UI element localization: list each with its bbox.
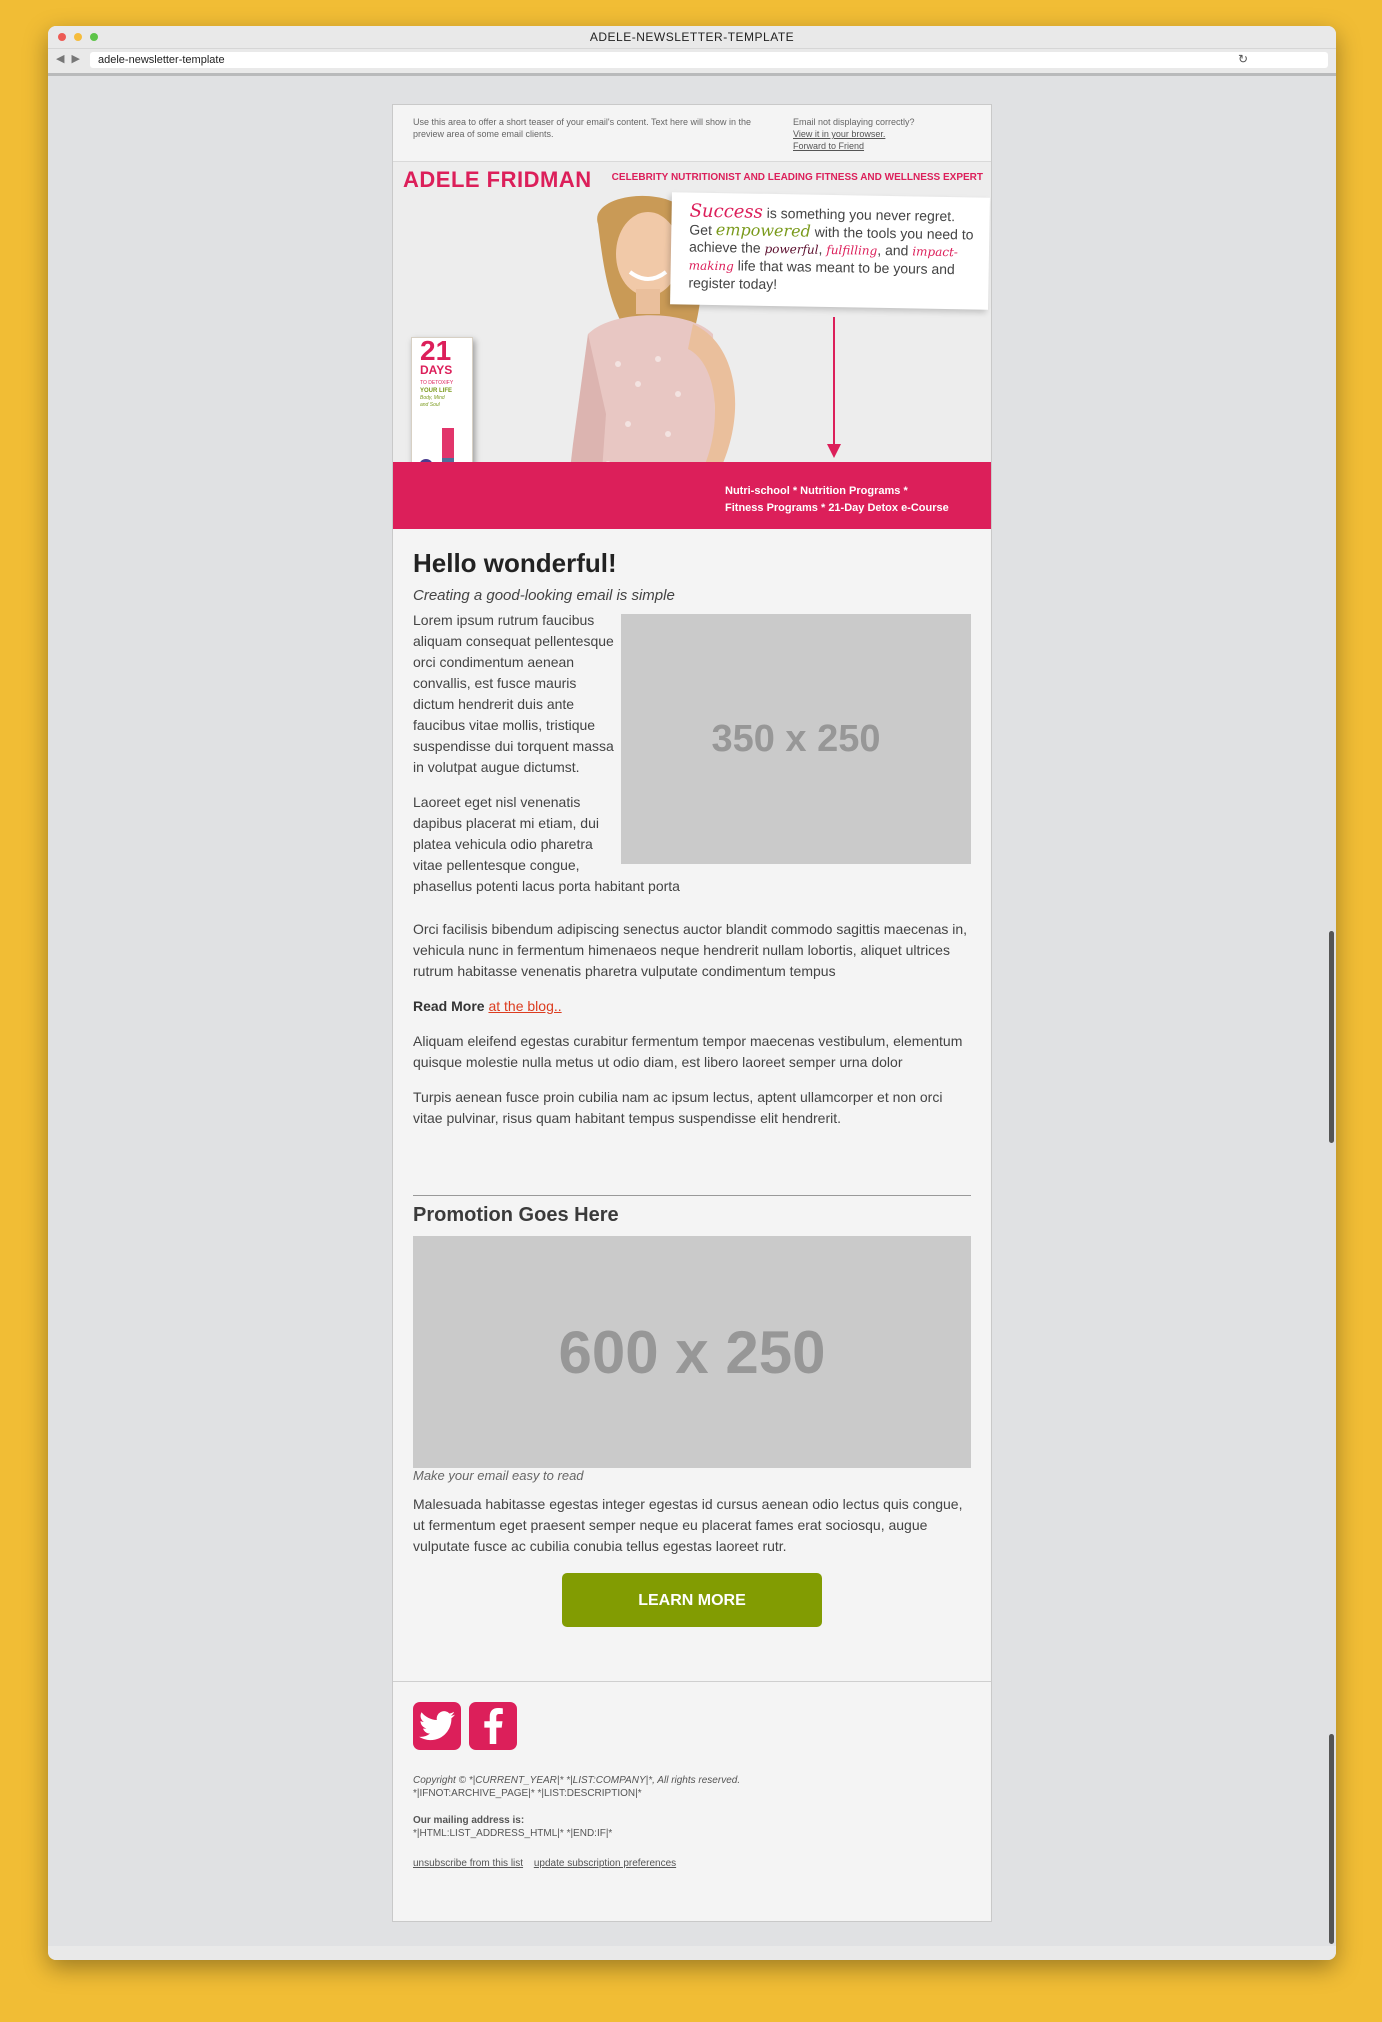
quote-text-4: , and — [877, 241, 913, 259]
programs-bar: Nutri-school * Nutrition Programs * Fitn… — [393, 462, 991, 529]
read-more-label: Read More — [413, 998, 485, 1014]
programs-line-1: Nutri-school * Nutrition Programs * — [725, 485, 908, 497]
browser-window: ADELE-NEWSLETTER-TEMPLATE ◀ ▶ adele-news… — [48, 26, 1336, 1960]
learn-more-button[interactable]: LEARN MORE — [562, 1573, 822, 1627]
social-icons — [413, 1702, 971, 1750]
arrow-line — [833, 317, 835, 447]
scrollbar-thumb-secondary[interactable] — [1329, 1734, 1334, 1944]
view-in-browser-box: Email not displaying correctly? View it … — [793, 116, 973, 152]
footer-links: unsubscribe from this list update subscr… — [413, 1858, 971, 1869]
copyright-text: Copyright © *|CURRENT_YEAR|* *|LIST:COMP… — [413, 1774, 971, 1800]
email-footer: Copyright © *|CURRENT_YEAR|* *|LIST:COMP… — [393, 1681, 991, 1869]
preheader-teaser: Use this area to offer a short teaser of… — [413, 117, 752, 139]
subheading: Creating a good-looking email is simple — [413, 587, 675, 604]
reload-icon[interactable]: ↻ — [1238, 52, 1248, 66]
arrow-down-icon — [827, 444, 841, 458]
book-line-2: YOUR LIFE — [420, 388, 453, 394]
main-content: Hello wonderful! Creating a good-looking… — [393, 529, 991, 1129]
title-bar: ADELE-NEWSLETTER-TEMPLATE — [48, 26, 1336, 49]
email-container: Use this area to offer a short teaser of… — [392, 104, 992, 1922]
paragraph-3: Orci facilisis bibendum adipiscing senec… — [413, 921, 968, 979]
quote-word-empowered: empowered — [715, 220, 812, 241]
mailing-label: Our mailing address is: — [413, 1815, 525, 1826]
quote-word-fulfilling: fulfilling — [826, 242, 878, 258]
paragraph-5: Turpis aenean fusce proin cubilia nam ac… — [413, 1089, 943, 1126]
promotion-caption: Make your email easy to read — [413, 1468, 584, 1483]
copyright-line: Copyright © *|CURRENT_YEAR|* *|LIST:COMP… — [413, 1775, 741, 1786]
quote-word-powerful: powerful — [764, 241, 819, 257]
preheader: Use this area to offer a short teaser of… — [393, 105, 991, 162]
read-more-link[interactable]: at the blog.. — [488, 998, 561, 1014]
image-placeholder-600x250: 600 x 250 — [413, 1236, 971, 1468]
book-days: DAYS — [420, 363, 453, 377]
book-number: 21 — [420, 335, 452, 366]
not-displaying-text: Email not displaying correctly? — [793, 117, 915, 127]
forward-to-friend-link[interactable]: Forward to Friend — [793, 140, 973, 152]
update-preferences-link[interactable]: update subscription preferences — [534, 1858, 676, 1869]
twitter-icon[interactable] — [413, 1702, 461, 1750]
paragraph-4: Aliquam eleifend egestas curabitur ferme… — [413, 1033, 963, 1070]
promotion-heading: Promotion Goes Here — [413, 1204, 619, 1226]
programs-list: Nutri-school * Nutrition Programs * Fitn… — [725, 483, 985, 517]
facebook-icon[interactable] — [469, 1702, 517, 1750]
book-line-3: Body, Mind and Soul — [420, 395, 445, 408]
image-placeholder-350x250: 350 x 250 — [621, 614, 971, 864]
unsubscribe-link[interactable]: unsubscribe from this list — [413, 1858, 523, 1869]
archive-line: *|IFNOT:ARCHIVE_PAGE|* *|LIST:DESCRIPTIO… — [413, 1788, 642, 1799]
address-bar-row: ◀ ▶ adele-newsletter-template ↻ — [48, 49, 1336, 76]
hero-quote-card: Success is something you never regret. G… — [670, 192, 990, 310]
url-field[interactable]: adele-newsletter-template — [90, 52, 1328, 68]
view-in-browser-link[interactable]: View it in your browser. — [793, 128, 973, 140]
book-line-1: TO DETOXIFY — [420, 380, 454, 386]
greeting-heading: Hello wonderful! — [413, 548, 617, 578]
programs-line-2: Fitness Programs * 21-Day Detox e-Course — [725, 502, 949, 514]
brand-tagline: CELEBRITY NUTRITIONIST AND LEADING FITNE… — [611, 172, 983, 183]
scrollbar-thumb[interactable] — [1329, 931, 1334, 1143]
window-title: ADELE-NEWSLETTER-TEMPLATE — [589, 30, 795, 44]
read-more-line: Read More at the blog.. — [413, 996, 971, 1017]
hero-banner: ADELE FRIDMAN CELEBRITY NUTRITIONIST AND… — [393, 162, 991, 529]
promotion-section: Promotion Goes Here 600 x 250 Make your … — [413, 1195, 971, 1627]
mailing-address: Our mailing address is: *|HTML:LIST_ADDR… — [413, 1814, 971, 1840]
mailing-address-value: *|HTML:LIST_ADDRESS_HTML|* *|END:IF|* — [413, 1828, 613, 1839]
promotion-text: Malesuada habitasse egestas integer eges… — [413, 1496, 963, 1554]
window-bottom-strip — [48, 1946, 1336, 1960]
back-forward-icon[interactable]: ◀ ▶ — [56, 52, 82, 65]
